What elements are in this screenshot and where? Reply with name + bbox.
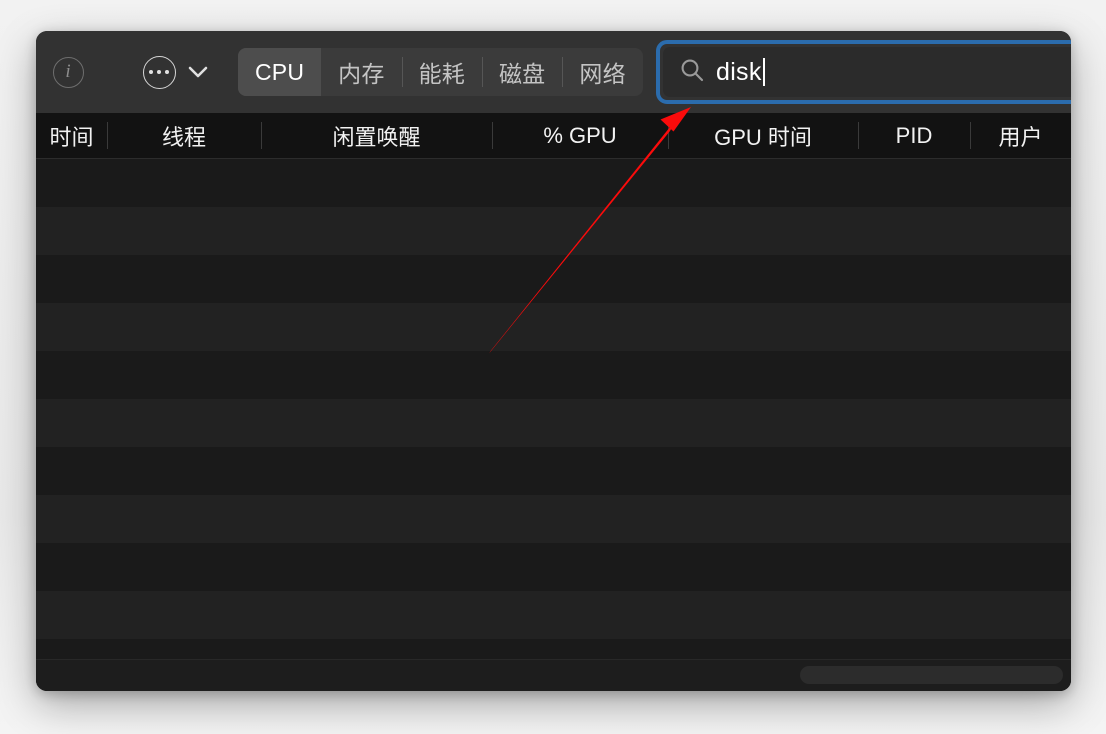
info-glyph: i (65, 61, 71, 82)
view-segmented-control[interactable]: CPU 内存 能耗 磁盘 网络 (238, 48, 643, 96)
table-row[interactable] (36, 303, 1071, 351)
table-row[interactable] (36, 447, 1071, 495)
search-input-value: disk (716, 57, 762, 86)
horizontal-scrollbar[interactable] (36, 659, 1071, 691)
tab-memory[interactable]: 内存 (321, 48, 401, 96)
column-header-idle-wakeups[interactable]: 闲置唤醒 (261, 113, 492, 158)
info-button[interactable]: i (45, 49, 91, 95)
text-caret (762, 58, 765, 86)
process-table-body[interactable] (36, 159, 1071, 691)
table-column-header: 时间 线程 闲置唤醒 % GPU GPU 时间 PID 用户 (36, 113, 1071, 159)
more-options-button[interactable] (137, 50, 181, 94)
tab-cpu[interactable]: CPU (238, 48, 322, 96)
table-row[interactable] (36, 159, 1071, 207)
ellipsis-circle-icon (142, 55, 176, 89)
tab-network[interactable]: 网络 (562, 48, 642, 96)
column-header-user[interactable]: 用户 (970, 113, 1071, 158)
horizontal-scrollbar-thumb[interactable] (800, 666, 1063, 684)
toolbar: i CPU 内存 能耗 磁盘 网络 disk (36, 31, 1071, 113)
tab-disk[interactable]: 磁盘 (481, 48, 562, 96)
table-row[interactable] (36, 543, 1071, 591)
chevron-down-icon[interactable] (187, 57, 209, 87)
column-header-threads[interactable]: 线程 (107, 113, 261, 158)
column-header-gpu-percent[interactable]: % GPU (492, 113, 668, 158)
search-icon (679, 57, 705, 88)
table-row[interactable] (36, 591, 1071, 639)
table-row[interactable] (36, 207, 1071, 255)
activity-monitor-window: i CPU 内存 能耗 磁盘 网络 disk 时间 线程 闲置唤醒 % GPU … (36, 31, 1071, 691)
table-row[interactable] (36, 351, 1071, 399)
column-header-pid[interactable]: PID (858, 113, 970, 158)
table-row[interactable] (36, 495, 1071, 543)
search-input[interactable]: disk (663, 47, 1071, 97)
column-header-time[interactable]: 时间 (36, 113, 107, 158)
search-field-focus-ring: disk (656, 40, 1071, 104)
info-icon: i (52, 56, 84, 88)
table-row[interactable] (36, 399, 1071, 447)
tab-energy[interactable]: 能耗 (401, 48, 482, 96)
column-header-gpu-time[interactable]: GPU 时间 (668, 113, 858, 158)
table-row[interactable] (36, 255, 1071, 303)
